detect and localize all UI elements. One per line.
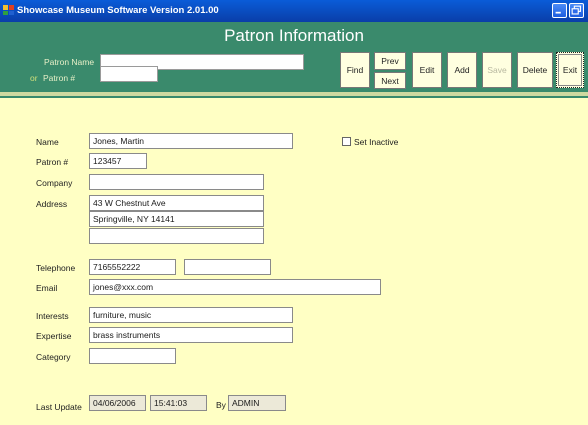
email-field[interactable]: jones@xxx.com	[89, 279, 381, 295]
patron-name-label: Patron Name	[44, 57, 95, 67]
expertise-field[interactable]: brass instruments	[89, 327, 293, 343]
telephone-field[interactable]: 7165552222	[89, 259, 176, 275]
page-title: Patron Information	[224, 26, 364, 45]
updated-by-field: ADMIN	[228, 395, 286, 411]
expertise-label: Expertise	[36, 331, 72, 341]
company-label: Company	[36, 178, 73, 188]
address-label: Address	[36, 199, 68, 209]
find-button[interactable]: Find	[340, 52, 370, 88]
next-button[interactable]: Next	[374, 72, 406, 89]
telephone2-field[interactable]	[184, 259, 271, 275]
window-title: Showcase Museum Software Version 2.01.00	[17, 5, 219, 16]
patron-number-label: Patron #	[43, 73, 76, 83]
by-label: By	[216, 400, 226, 410]
patron-number-field[interactable]: 123457	[89, 153, 147, 169]
add-button[interactable]: Add	[447, 52, 477, 88]
email-label: Email	[36, 283, 58, 293]
last-update-label: Last Update	[36, 402, 82, 412]
or-label: or	[30, 73, 38, 83]
patron-number-search-input[interactable]	[100, 66, 158, 82]
name-label: Name	[36, 137, 59, 147]
restore-icon	[571, 5, 581, 15]
set-inactive-label: Set Inactive	[354, 137, 399, 147]
delete-button[interactable]: Delete	[517, 52, 553, 88]
category-field[interactable]	[89, 348, 176, 364]
exit-button[interactable]: Exit	[556, 52, 584, 88]
name-field[interactable]: Jones, Martin	[89, 133, 293, 149]
minimize-button[interactable]	[552, 3, 567, 18]
address-line1-field[interactable]: 43 W Chestnut Ave	[89, 195, 264, 211]
set-inactive-checkbox[interactable]	[342, 137, 351, 146]
header-divider-line	[0, 96, 588, 98]
minimize-icon	[555, 11, 561, 14]
address-line2-field[interactable]: Springville, NY 14141	[89, 211, 264, 227]
company-field[interactable]	[89, 174, 264, 190]
telephone-label: Telephone	[36, 263, 76, 273]
edit-button[interactable]: Edit	[412, 52, 442, 88]
address-line3-field[interactable]	[89, 228, 264, 244]
patron-number-label: Patron #	[36, 157, 69, 167]
title-bar: Showcase Museum Software Version 2.01.00	[0, 0, 588, 22]
app-icon	[3, 5, 14, 15]
last-update-date-field: 04/06/2006	[89, 395, 146, 411]
interests-label: Interests	[36, 311, 69, 321]
search-header: Patron Information Patron Name or Patron…	[0, 22, 588, 92]
category-label: Category	[36, 352, 71, 362]
last-update-time-field: 15:41:03	[150, 395, 207, 411]
prev-button[interactable]: Prev	[374, 52, 406, 70]
maximize-button[interactable]	[569, 3, 584, 18]
interests-field[interactable]: furniture, music	[89, 307, 293, 323]
save-button[interactable]: Save	[482, 52, 512, 88]
